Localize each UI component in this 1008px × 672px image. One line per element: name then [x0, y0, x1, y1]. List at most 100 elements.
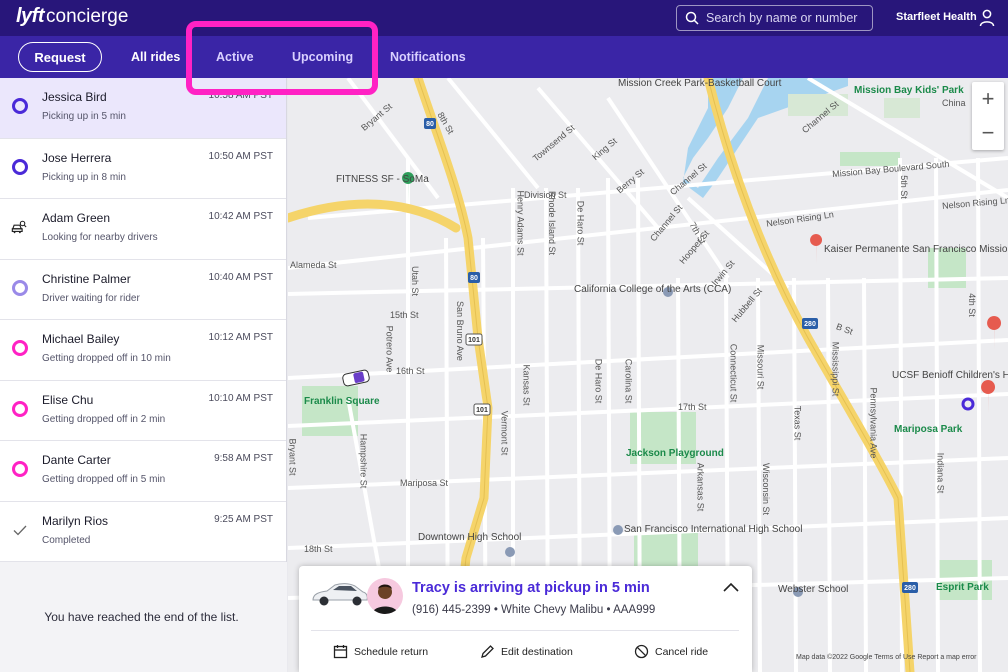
schedule-return-label: Schedule return	[354, 645, 429, 658]
tab-notifications[interactable]: Notifications	[390, 50, 466, 64]
lyft-concierge-logo[interactable]: lyft concierge	[16, 5, 128, 28]
cancel-ride-button[interactable]: Cancel ride	[634, 644, 708, 659]
zoom-out-button[interactable]: −	[972, 116, 1004, 150]
ride-card-details: (916) 445-2399 • White Chevy Malibu • AA…	[412, 604, 656, 616]
ride-time: 10:50 AM PST	[208, 150, 273, 162]
ride-status-ring-icon	[12, 340, 28, 356]
street-label: Arkansas St	[695, 462, 706, 512]
street-label: 17th St	[678, 402, 707, 412]
request-button[interactable]: Request	[18, 42, 102, 72]
rider-name: Jose Herrera	[42, 150, 112, 165]
street-label: De Haro St	[593, 358, 604, 404]
ride-list-item[interactable]: Marilyn Rios Completed 9:25 AM PST	[0, 502, 286, 562]
hospital-pin-icon	[810, 234, 823, 264]
highway-shield-80: 80	[426, 121, 434, 128]
place-label[interactable]: Downtown High School	[418, 532, 521, 543]
tab-upcoming[interactable]: Upcoming	[292, 50, 353, 64]
car-search-icon	[11, 220, 27, 234]
ride-list-item[interactable]: Jessica Bird Picking up in 5 min 10:58 A…	[0, 78, 286, 139]
ride-time: 9:58 AM PST	[214, 453, 273, 464]
street-label: Mariposa St	[400, 478, 449, 488]
street-label: Texas St	[792, 405, 803, 441]
user-icon[interactable]	[979, 9, 995, 27]
calendar-icon	[333, 645, 348, 659]
street-label: Missouri St	[755, 344, 766, 390]
tab-all-rides[interactable]: All rides	[131, 50, 180, 64]
place-label[interactable]: Mission Creek Park-Basketball Court	[618, 78, 781, 89]
place-label[interactable]: California College of the Arts (CCA)	[574, 284, 731, 295]
ride-list-item[interactable]: Elise Chu Getting dropped off in 2 min 1…	[0, 381, 286, 441]
street-label: 18th St	[304, 544, 333, 554]
ride-time: 10:42 AM PST	[208, 211, 273, 222]
tab-active[interactable]: Active	[216, 50, 254, 64]
street-label: Mississippi St	[830, 341, 841, 397]
highway-shield-101: 101	[476, 407, 488, 414]
zoom-in-button[interactable]: +	[972, 82, 1004, 116]
street-label: Henry Adams St	[515, 190, 526, 256]
driver-avatar	[367, 578, 403, 614]
ride-status-ring-icon	[12, 400, 28, 417]
place-label[interactable]: Webster School	[778, 584, 848, 595]
ride-status: Completed	[42, 534, 91, 546]
ride-list-item[interactable]: Jose Herrera Picking up in 8 min 10:50 A…	[0, 139, 286, 199]
ride-time: 9:25 AM PST	[214, 513, 273, 525]
organization-name[interactable]: Starfleet Health	[896, 11, 977, 23]
ride-time: 10:10 AM PST	[208, 392, 273, 404]
ride-time: 10:40 AM PST	[208, 271, 273, 283]
check-icon	[13, 525, 27, 535]
top-bar: lyft concierge Search by name or number …	[0, 0, 1008, 36]
chevron-up-icon[interactable]	[723, 582, 739, 592]
place-label[interactable]: FITNESS SF - SoMa	[336, 174, 429, 185]
place-label[interactable]: UCSF Benioff Children's Hospital - San F…	[892, 370, 1008, 381]
place-label[interactable]: Mission Bay Kids' Park	[854, 85, 964, 96]
ride-status: Getting dropped off in 2 min	[42, 413, 166, 425]
ride-card-title: Tracy is arriving at pickup in 5 min	[412, 580, 650, 596]
cancel-ride-label: Cancel ride	[655, 645, 709, 658]
place-label[interactable]: Esprit Park	[936, 582, 989, 593]
ride-list-item[interactable]: Michael Bailey Getting dropped off in 10…	[0, 320, 286, 381]
street-label: China	[942, 98, 966, 108]
street-label: Utah St	[410, 265, 421, 297]
rider-name: Marilyn Rios	[42, 513, 109, 528]
street-label: Alameda St	[290, 260, 337, 270]
schedule-return-button[interactable]: Schedule return	[333, 644, 428, 659]
street-label: Carolina St	[623, 358, 634, 404]
nav-bar: Request All rides Active Upcoming Notifi…	[0, 36, 1008, 78]
ride-detail-card: Tracy is arriving at pickup in 5 min (91…	[299, 566, 752, 672]
street-label: Pennsylvania Ave	[868, 387, 879, 459]
ride-list-item[interactable]: Adam Green Looking for nearby drivers 10…	[0, 199, 286, 260]
place-label[interactable]: Mariposa Park	[894, 424, 962, 435]
place-label[interactable]: San Francisco International High School	[624, 524, 802, 535]
ride-list-item[interactable]: Dante Carter Getting dropped off in 5 mi…	[0, 441, 286, 502]
place-label[interactable]: Jackson Playground	[626, 448, 724, 459]
street-label: Vermont St	[499, 410, 510, 456]
rider-name: Adam Green	[42, 211, 111, 225]
street-label: Potrero Ave	[384, 325, 395, 373]
street-label: Division St	[524, 190, 567, 200]
ride-status: Picking up in 8 min	[42, 171, 126, 183]
street-label: Connecticut St	[728, 343, 739, 403]
ride-status: Getting dropped off in 5 min	[42, 474, 166, 485]
highway-shield-280: 280	[904, 585, 916, 592]
end-of-list-message: You have reached the end of the list.	[0, 562, 287, 672]
rider-name: Christine Palmer	[42, 271, 131, 286]
street-label: Bryant St	[288, 438, 298, 476]
rider-name: Jessica Bird	[42, 90, 107, 104]
rider-name: Michael Bailey	[42, 332, 120, 346]
ride-status: Driver waiting for rider	[42, 292, 140, 304]
place-label[interactable]: Kaiser Permanente San Francisco Mission.…	[824, 244, 1008, 255]
place-label[interactable]: Franklin Square	[304, 396, 380, 407]
edit-destination-button[interactable]: Edit destination	[480, 644, 573, 659]
zoom-controls: + −	[972, 82, 1004, 150]
school-pin-icon	[505, 547, 515, 557]
map-attribution[interactable]: Map data ©2022 Google Terms of Use Repor…	[796, 654, 977, 661]
search-input[interactable]: Search by name or number	[676, 5, 873, 31]
street-label: Rhode Island St	[547, 190, 558, 256]
search-icon	[685, 11, 699, 25]
ride-time: 10:58 AM PST	[208, 90, 273, 101]
street-label: 16th St	[396, 366, 425, 376]
search-placeholder: Search by name or number	[706, 11, 858, 25]
pickup-marker	[961, 397, 975, 411]
ride-status-ring-icon	[12, 279, 28, 296]
ride-list-item[interactable]: Christine Palmer Driver waiting for ride…	[0, 260, 286, 320]
